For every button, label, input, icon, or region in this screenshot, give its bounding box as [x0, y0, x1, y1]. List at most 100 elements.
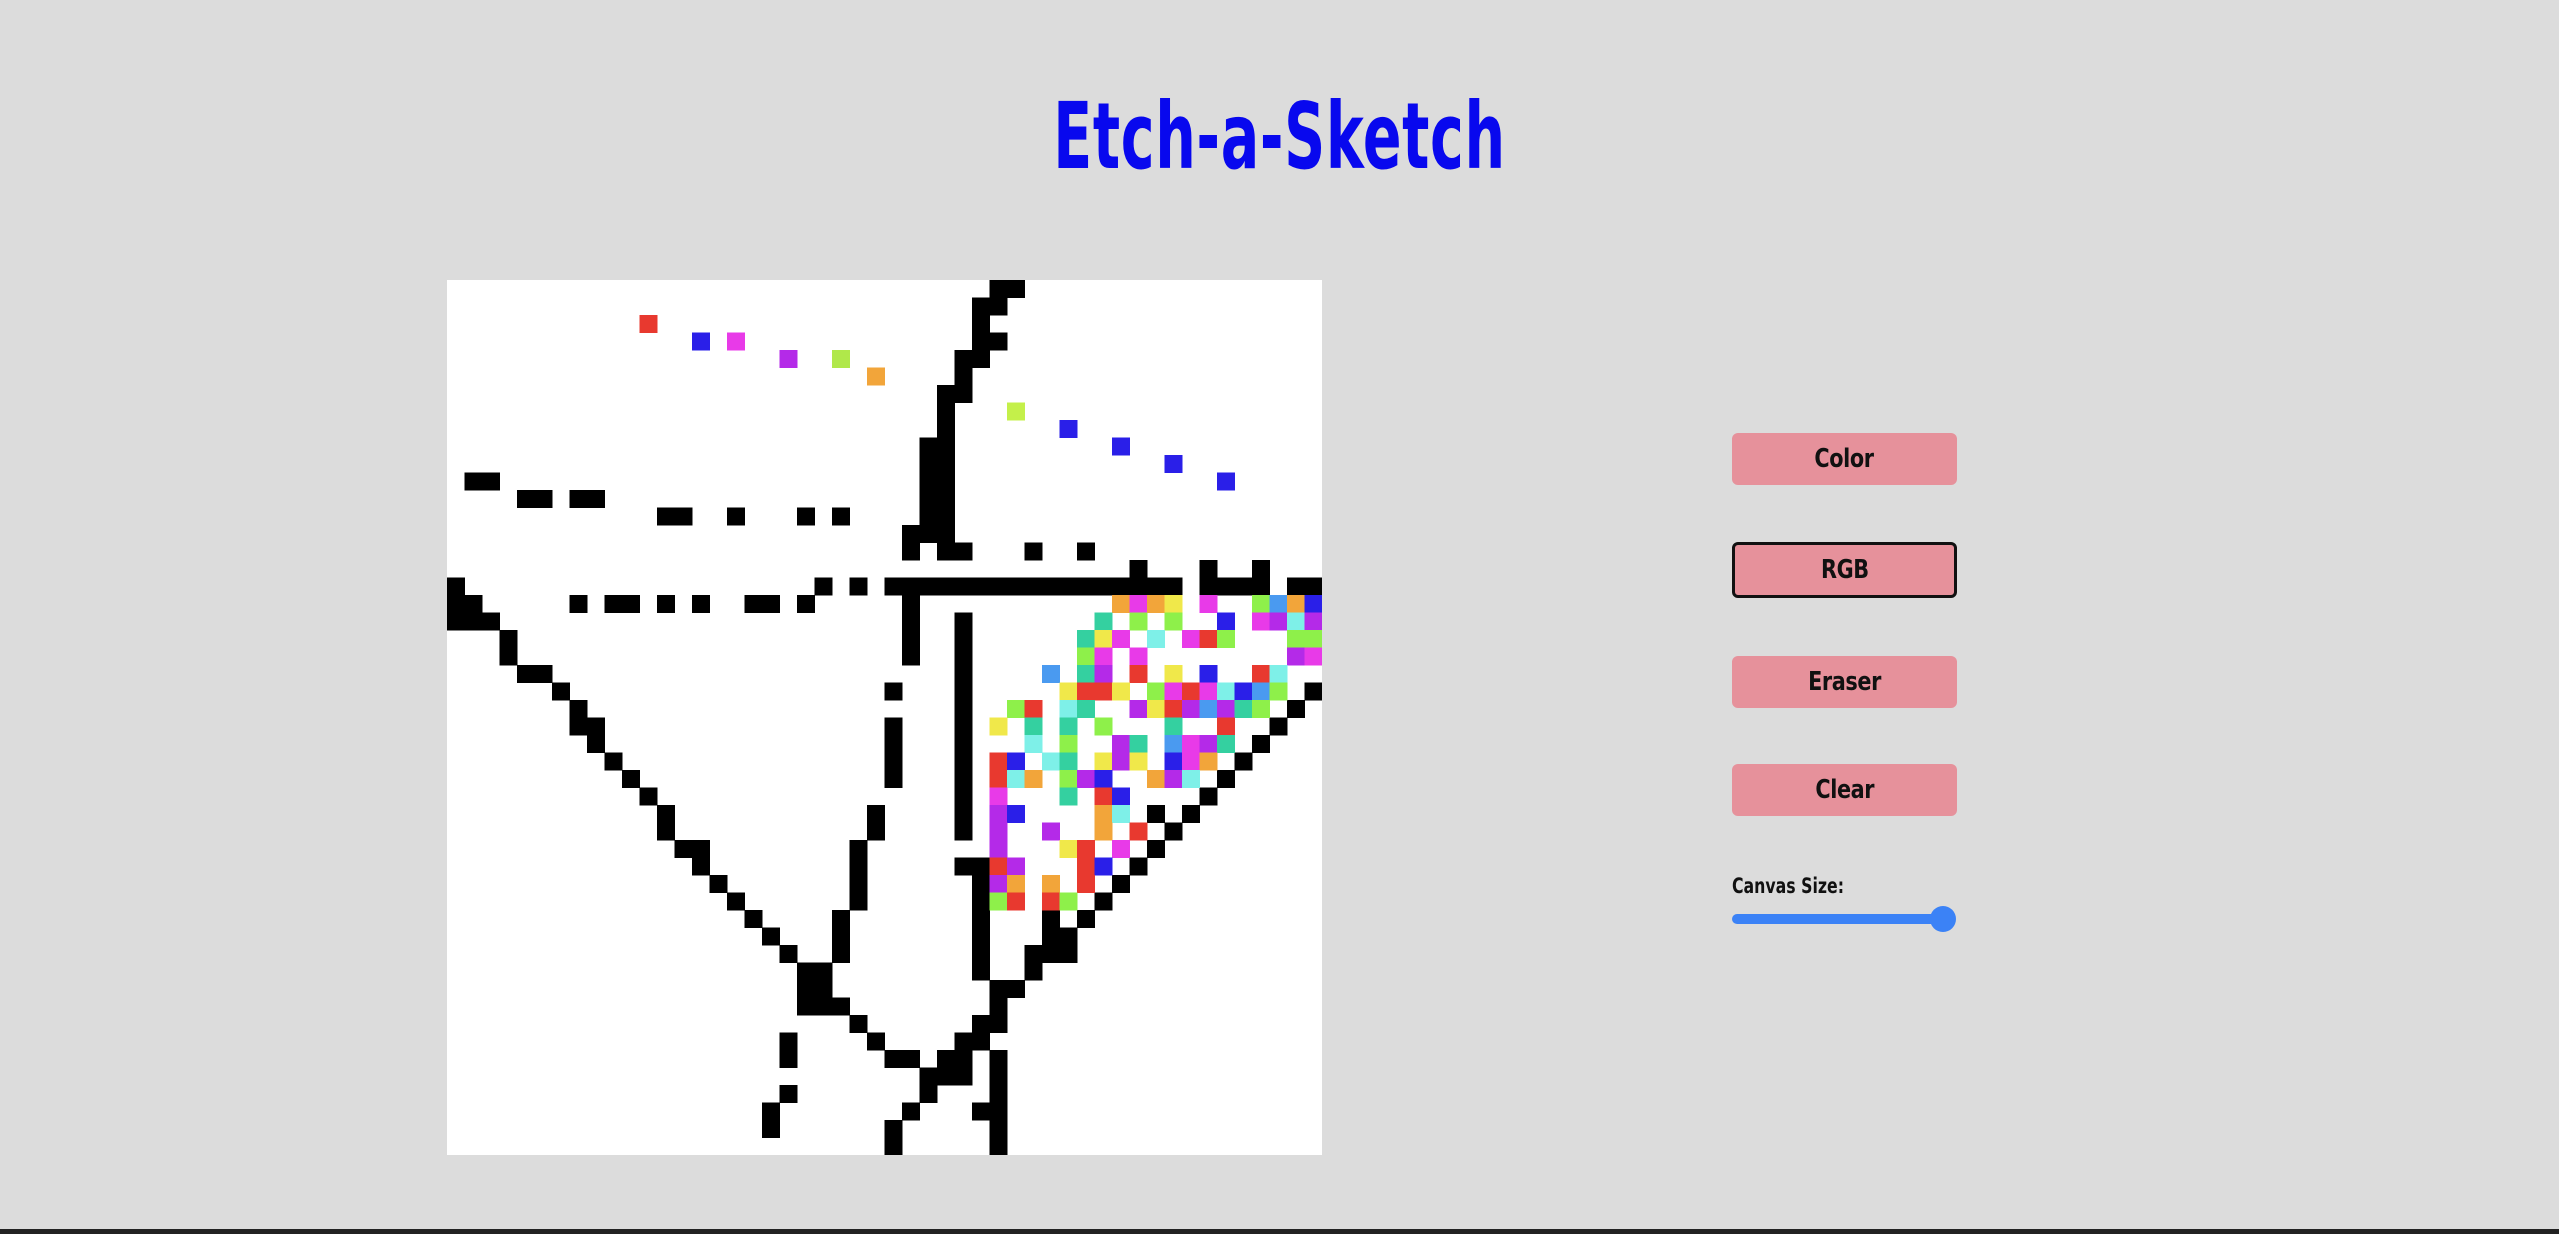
sketch-pixel	[972, 297, 990, 316]
sketch-pixel	[814, 980, 833, 998]
sketch-pixel	[1112, 735, 1130, 753]
sketch-pixel	[727, 507, 745, 526]
sketch-pixel	[1129, 595, 1148, 613]
sketch-pixel	[919, 507, 938, 526]
sketch-pixel	[1182, 805, 1200, 823]
canvas-size-slider-thumb[interactable]	[1930, 906, 1956, 932]
sketch-pixel	[989, 1137, 1008, 1156]
sketch-pixel	[1217, 735, 1235, 753]
sketch-pixel	[1059, 787, 1078, 806]
sketch-pixel	[657, 822, 675, 841]
sketch-pixel	[989, 752, 1008, 771]
sketch-pixel	[1059, 420, 1078, 438]
sketch-pixel	[1147, 595, 1165, 613]
sketch-pixel	[534, 665, 553, 683]
sketch-pixel	[762, 595, 780, 613]
sketch-pixel	[1129, 577, 1148, 596]
sketch-pixel	[1094, 770, 1113, 788]
sketch-pixel	[1287, 630, 1305, 648]
sketch-canvas[interactable]	[447, 280, 1323, 1156]
canvas-size-label: Canvas Size:	[1732, 874, 1845, 898]
sketch-pixel	[1217, 682, 1235, 701]
sketch-pixel	[1217, 770, 1235, 788]
sketch-pixel	[1007, 805, 1025, 823]
sketch-pixel	[1042, 892, 1060, 911]
sketch-pixel	[919, 577, 938, 596]
sketch-pixel	[884, 682, 903, 701]
sketch-pixel	[832, 910, 850, 928]
sketch-pixel	[1094, 717, 1113, 736]
sketch-pixel	[1094, 577, 1113, 596]
sketch-pixel	[954, 717, 973, 736]
sketch-pixel	[937, 1067, 955, 1086]
color-button-label: Color	[1814, 444, 1875, 474]
sketch-pixel	[797, 980, 815, 998]
sketch-pixel	[832, 350, 850, 368]
sketch-pixel	[1059, 717, 1078, 736]
sketch-pixel	[1094, 612, 1113, 631]
sketch-pixel	[849, 857, 868, 876]
sketch-pixel	[1147, 840, 1165, 858]
sketch-pixel	[1182, 682, 1200, 701]
sketch-pixel	[1199, 700, 1218, 718]
sketch-pixel	[797, 595, 815, 613]
sketch-pixel	[989, 822, 1008, 841]
sketch-pixel	[1077, 875, 1095, 893]
sketch-pixel	[989, 297, 1008, 316]
sketch-pixel	[1112, 805, 1130, 823]
eraser-button-label: Eraser	[1808, 667, 1881, 697]
sketch-pixel	[1269, 612, 1288, 631]
eraser-button[interactable]: Eraser	[1732, 656, 1957, 708]
sketch-pixel	[692, 595, 710, 613]
sketch-pixel	[989, 997, 1008, 1016]
sketch-pixel	[657, 805, 675, 823]
sketch-pixel	[972, 927, 990, 946]
sketch-pixel	[1252, 612, 1270, 631]
sketch-pixel	[709, 875, 728, 893]
sketch-pixel	[937, 437, 955, 456]
rgb-button[interactable]: RGB	[1732, 542, 1957, 598]
sketch-pixel	[954, 647, 973, 666]
sketch-pixel	[517, 665, 535, 683]
sketch-pixel	[1287, 700, 1305, 718]
sketch-pixel	[884, 717, 903, 736]
sketch-pixel	[1164, 455, 1183, 473]
sketch-grid[interactable]	[447, 280, 1323, 1156]
sketch-pixel	[1199, 560, 1218, 578]
sketch-pixel	[1024, 962, 1043, 981]
sketch-pixel	[954, 665, 973, 683]
sketch-pixel	[972, 332, 990, 351]
sketch-pixel	[954, 682, 973, 701]
sketch-pixel	[1269, 682, 1288, 701]
sketch-pixel	[919, 1085, 938, 1103]
clear-button[interactable]: Clear	[1732, 764, 1957, 816]
sketch-pixel	[954, 857, 973, 876]
color-button[interactable]: Color	[1732, 433, 1957, 485]
sketch-pixel	[1024, 735, 1043, 753]
sketch-pixel	[1252, 577, 1270, 596]
sketch-pixel	[989, 770, 1008, 788]
sketch-pixel	[447, 595, 465, 613]
sketch-pixel	[1077, 665, 1095, 683]
sketch-pixel	[674, 507, 693, 526]
sketch-pixel	[989, 857, 1008, 876]
sketch-pixel	[1094, 752, 1113, 771]
sketch-pixel	[1147, 682, 1165, 701]
sketch-pixel	[1234, 682, 1253, 701]
sketch-pixel	[1164, 735, 1183, 753]
sketch-pixel	[1094, 787, 1113, 806]
sketch-pixel	[622, 595, 640, 613]
sketch-pixel	[919, 490, 938, 508]
sketch-pixel	[972, 1102, 990, 1121]
sketch-pixel	[1287, 612, 1305, 631]
sketch-pixel	[902, 630, 920, 648]
canvas-size-slider[interactable]	[1732, 914, 1944, 924]
sketch-pixel	[1234, 752, 1253, 771]
sketch-pixel	[972, 577, 990, 596]
sketch-pixel	[989, 1015, 1008, 1033]
sketch-pixel	[464, 472, 483, 491]
sketch-pixel	[954, 1067, 973, 1086]
rgb-button-label: RGB	[1820, 555, 1869, 585]
sketch-pixel	[639, 787, 658, 806]
sketch-pixel	[1164, 612, 1183, 631]
